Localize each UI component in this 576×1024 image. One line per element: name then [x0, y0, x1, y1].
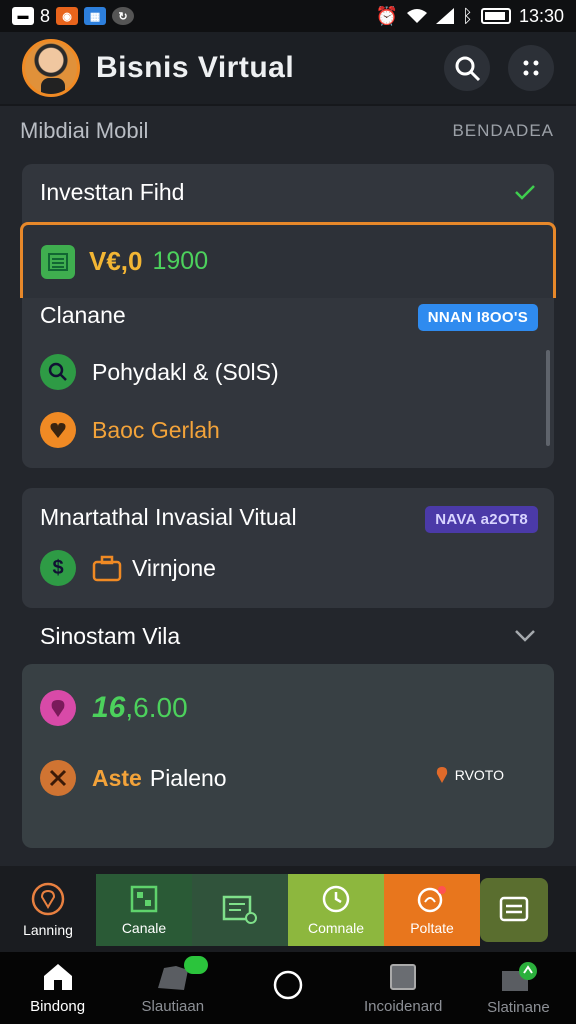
clock-icon: [322, 885, 350, 913]
card-title: Investtan Fihd: [40, 178, 185, 205]
app-title: Bisnis Virtual: [96, 51, 295, 84]
tool-label: Lanning: [23, 922, 73, 938]
action-toolbar: Lanning Canale Comnale Poltate: [0, 866, 576, 952]
tool-canale[interactable]: Canale: [96, 874, 192, 946]
card-title: Mnartathal Invasial Vitual: [40, 503, 297, 530]
row-label: Clanane: [40, 302, 126, 328]
briefcase-icon: [92, 555, 122, 582]
villa-card: 16 ,6.00 Aste Pialeno RVOTO: [22, 664, 554, 848]
section-title: Mibdiai Mobil: [20, 118, 149, 143]
signal-icon: [436, 8, 455, 24]
pin-icon: [436, 767, 447, 783]
nav-map[interactable]: Slautiaan: [115, 955, 230, 1015]
document-icon: [222, 895, 257, 924]
row-label: Pohydakl & (S0lS): [92, 358, 279, 385]
circle-icon: [273, 970, 303, 1000]
status-bar: ▬ 8 ◉ ▦ ↻ ⏰ ᛒ 13:30: [0, 0, 576, 32]
ledger-icon: [41, 244, 75, 279]
bottom-nav: Bindong Slautiaan Incoidenard Slatinane: [0, 952, 576, 1024]
tool-lanning[interactable]: Lanning: [0, 874, 96, 946]
tool-label: Poltate: [410, 920, 454, 936]
nav-label: Incoidenard: [364, 997, 443, 1015]
home-icon: [43, 963, 72, 990]
heart-icon: [40, 412, 76, 448]
nav-label: Bindong: [30, 997, 86, 1015]
more-icon: [523, 60, 539, 76]
highlight-row[interactable]: V€,0 1900: [20, 222, 556, 298]
value-primary: 16: [92, 691, 126, 724]
status-badge: NNAN I8OO'S: [417, 304, 538, 331]
nav-label: Slatinane: [487, 998, 550, 1016]
rating-label: RVOTO: [435, 766, 504, 784]
card-row-virnjone[interactable]: $ Virnjone: [40, 550, 216, 586]
bluetooth-icon: ᛒ: [462, 5, 473, 26]
tool-label: Comnale: [307, 920, 365, 936]
alarm-icon: ⏰: [375, 5, 399, 26]
square-icon: [390, 963, 417, 990]
tool-document[interactable]: [192, 874, 288, 946]
card-row-clanane: Clanane: [40, 302, 126, 329]
virtual-investment-card: Mnartathal Invasial Vitual NAVA a2OT8 $ …: [22, 488, 554, 608]
location-pin-icon: [40, 690, 76, 726]
investment-card: Investtan Fihd V€,0 1900 Clanane NNAN I8…: [20, 164, 556, 468]
pin-icon: [31, 882, 65, 916]
scrollbar[interactable]: [546, 350, 550, 446]
bell-icon: [417, 886, 446, 913]
rating-text: RVOTO: [454, 767, 504, 783]
card-row-pohydakl[interactable]: Pohydakl & (S0lS): [40, 354, 279, 390]
list-icon: [499, 896, 529, 922]
sync-icon: ↻: [112, 7, 135, 25]
nav-home-button[interactable]: [230, 969, 345, 1007]
highlight-value-secondary: 1900: [152, 247, 209, 275]
store-icon: [502, 961, 538, 991]
row-label: Baoc Gerlah: [92, 416, 220, 443]
card-row-aste[interactable]: Aste Pialeno: [40, 760, 227, 796]
card-row-value[interactable]: 16 ,6.00: [40, 690, 188, 726]
row-label-accent: Aste: [92, 764, 142, 791]
grid-icon: [130, 885, 158, 913]
section-link[interactable]: BENDADEA: [452, 121, 554, 141]
card-row-baoc[interactable]: Baoc Gerlah: [40, 412, 220, 448]
nav-label: Slautiaan: [141, 997, 205, 1015]
wifi-icon: [407, 9, 428, 23]
nav-home[interactable]: Bindong: [0, 962, 115, 1015]
search-circle-icon: [40, 354, 76, 390]
search-button[interactable]: [444, 45, 490, 91]
more-button[interactable]: [508, 45, 554, 91]
tool-label: Canale: [121, 920, 167, 936]
battery-icon: [480, 8, 511, 24]
row-label: Pialeno: [149, 764, 227, 791]
section-header: Mibdiai Mobil BENDADEA: [20, 118, 554, 144]
tool-list[interactable]: [480, 878, 548, 942]
nav-store[interactable]: Slatinane: [461, 961, 576, 1016]
notification-icon: ▬: [12, 7, 34, 25]
section-title: Sinostam Vila: [40, 622, 181, 649]
status-badge: NAVA a2OT8: [425, 506, 538, 533]
tool-comnale[interactable]: Comnale: [288, 874, 384, 946]
cross-icon: [40, 760, 76, 796]
search-icon: [455, 56, 481, 82]
app-bar: Bisnis Virtual: [0, 32, 576, 106]
value-secondary: ,6.00: [125, 692, 188, 723]
highlight-value: V€,0: [89, 246, 143, 276]
nav-recent[interactable]: Incoidenard: [346, 962, 461, 1015]
clock-time: 13:30: [518, 5, 564, 26]
villa-section-header[interactable]: Sinostam Vila: [22, 612, 554, 660]
app-icon: ◉: [56, 7, 79, 25]
row-label: Virnjone: [132, 554, 216, 581]
notification-badge: [184, 955, 209, 974]
avatar[interactable]: [22, 39, 80, 97]
notification-count: 8: [40, 5, 51, 26]
photo-icon: ▦: [84, 7, 107, 25]
tool-poltate[interactable]: Poltate: [384, 874, 480, 946]
dollar-icon: $: [40, 550, 76, 586]
chevron-down-icon[interactable]: [514, 625, 536, 647]
check-icon[interactable]: [514, 181, 536, 203]
